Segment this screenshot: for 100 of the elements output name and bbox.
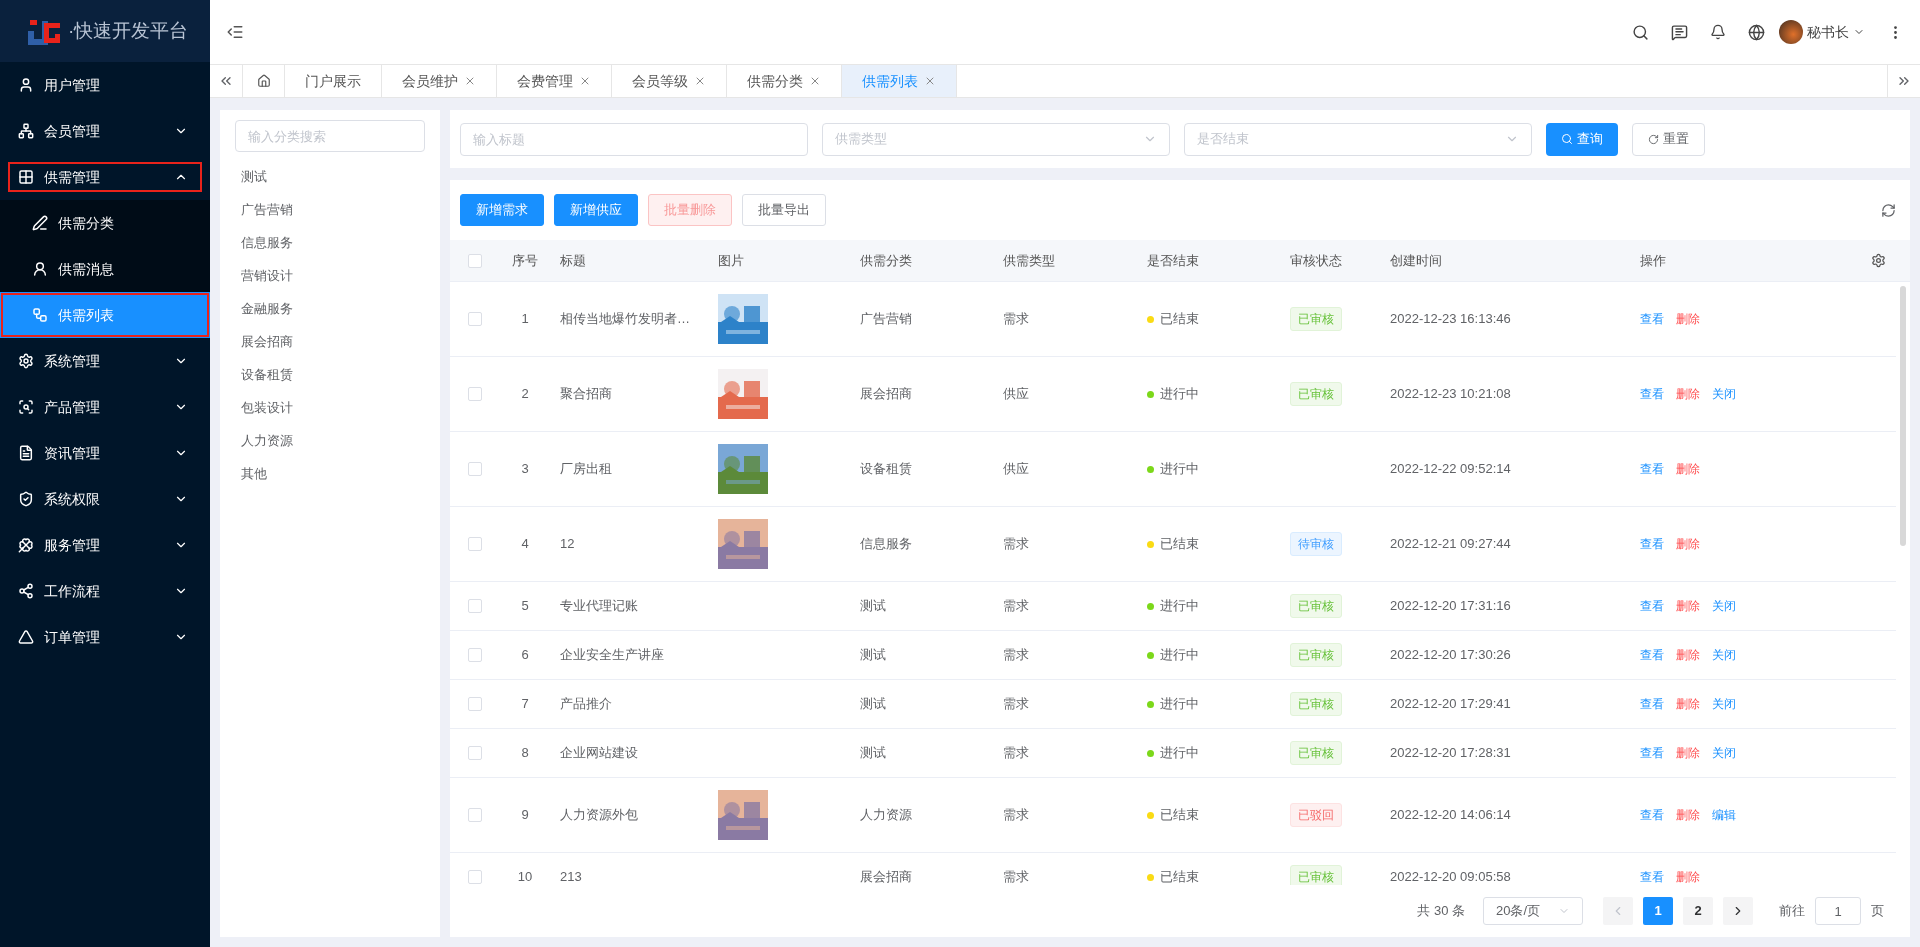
table-cell-text: 5 — [520, 597, 530, 616]
action-link[interactable]: 查看 — [1640, 597, 1664, 615]
user-menu[interactable]: 秘书长 — [1779, 20, 1865, 44]
action-link[interactable]: 删除 — [1676, 597, 1700, 615]
table-cell-text: 人力资源外包 — [559, 806, 639, 825]
menu-item[interactable]: 产品管理 — [0, 384, 210, 430]
toolbar-button[interactable]: 批量导出 — [742, 194, 826, 226]
settings-icon[interactable] — [1871, 253, 1886, 268]
refresh-icon[interactable] — [1881, 202, 1896, 218]
menu-item[interactable]: 资讯管理 — [0, 430, 210, 476]
checkbox[interactable] — [468, 870, 482, 884]
ended-select[interactable]: 是否结束 — [1184, 122, 1532, 156]
checkbox[interactable] — [468, 648, 482, 662]
toolbar-button[interactable]: 新增供应 — [554, 194, 638, 226]
reset-button[interactable]: 重置 — [1632, 122, 1705, 156]
category-item[interactable]: 人力资源 — [235, 424, 425, 457]
action-link[interactable]: 删除 — [1676, 744, 1700, 762]
category-item[interactable]: 信息服务 — [235, 226, 425, 259]
next-page-button[interactable] — [1723, 897, 1753, 925]
action-link[interactable]: 删除 — [1676, 646, 1700, 664]
menu-item[interactable]: 供需消息 — [0, 246, 210, 292]
table-cell-text: 2022-12-21 09:27:44 — [1389, 535, 1512, 554]
menu-item[interactable]: 供需列表 — [0, 292, 210, 338]
action-link[interactable]: 查看 — [1640, 535, 1664, 553]
menu-item[interactable]: 用户管理 — [0, 62, 210, 108]
category-search-field[interactable]: 输入分类搜索 — [235, 120, 425, 152]
goto-page-field[interactable]: 1 — [1815, 897, 1861, 925]
action-link[interactable]: 删除 — [1676, 806, 1700, 824]
toolbar-button[interactable]: 批量删除 — [648, 194, 732, 226]
tab[interactable]: 供需列表 — [842, 65, 957, 97]
action-link[interactable]: 查看 — [1640, 744, 1664, 762]
menu-item[interactable]: 系统管理 — [0, 338, 210, 384]
table-cell-text: 2022-12-23 10:21:08 — [1389, 385, 1512, 404]
page-size-select[interactable]: 20条/页 — [1483, 897, 1583, 925]
action-link[interactable]: 关闭 — [1712, 646, 1736, 664]
checkbox[interactable] — [468, 387, 482, 401]
action-link[interactable]: 关闭 — [1712, 744, 1736, 762]
menu-item[interactable]: 会员管理 — [0, 108, 210, 154]
menu-item[interactable]: 服务管理 — [0, 522, 210, 568]
menu-item[interactable]: 订单管理 — [0, 614, 210, 660]
menu-icon — [18, 169, 34, 185]
menu-fold-icon[interactable] — [226, 23, 244, 41]
category-item[interactable]: 展会招商 — [235, 325, 425, 358]
scrollbar-thumb[interactable] — [1900, 286, 1906, 546]
action-link[interactable]: 查看 — [1640, 868, 1664, 885]
tab[interactable]: 会员维护 — [382, 65, 497, 97]
search-button[interactable]: 查询 — [1546, 122, 1618, 156]
action-link[interactable]: 编辑 — [1712, 806, 1736, 824]
bell-icon[interactable] — [1710, 24, 1726, 40]
tab[interactable]: 会员等级 — [612, 65, 727, 97]
category-item[interactable]: 广告营销 — [235, 193, 425, 226]
action-link[interactable]: 查看 — [1640, 695, 1664, 713]
menu-item[interactable]: 供需管理 — [0, 154, 210, 200]
action-link[interactable]: 删除 — [1676, 385, 1700, 403]
page-button[interactable]: 2 — [1683, 897, 1713, 925]
close-icon[interactable] — [464, 75, 476, 87]
close-icon[interactable] — [924, 75, 936, 87]
action-link[interactable]: 关闭 — [1712, 385, 1736, 403]
action-link[interactable]: 查看 — [1640, 646, 1664, 664]
table-cell-text: 需求 — [1002, 806, 1030, 825]
category-item[interactable]: 金融服务 — [235, 292, 425, 325]
page-button[interactable]: 1 — [1643, 897, 1673, 925]
action-link[interactable]: 删除 — [1676, 868, 1700, 885]
category-item[interactable]: 其他 — [235, 457, 425, 490]
checkbox[interactable] — [468, 253, 482, 268]
action-link[interactable]: 删除 — [1676, 535, 1700, 553]
menu-item[interactable]: 供需分类 — [0, 200, 210, 246]
checkbox[interactable] — [468, 537, 482, 551]
action-link[interactable]: 查看 — [1640, 385, 1664, 403]
close-icon[interactable] — [694, 75, 706, 87]
checkbox[interactable] — [468, 599, 482, 613]
category-item[interactable]: 营销设计 — [235, 259, 425, 292]
message-icon[interactable] — [1671, 23, 1688, 41]
toolbar-button[interactable]: 新增需求 — [460, 194, 544, 226]
menu-item[interactable]: 工作流程 — [0, 568, 210, 614]
category-item[interactable]: 测试 — [235, 160, 425, 193]
close-icon[interactable] — [809, 75, 821, 87]
action-link[interactable]: 关闭 — [1712, 695, 1736, 713]
globe-icon[interactable] — [1748, 23, 1765, 41]
checkbox[interactable] — [468, 462, 482, 476]
title-field[interactable]: 输入标题 — [460, 122, 808, 156]
checkbox[interactable] — [468, 746, 482, 760]
action-link[interactable]: 查看 — [1640, 310, 1664, 328]
close-icon[interactable] — [579, 75, 591, 87]
tab[interactable]: 会费管理 — [497, 65, 612, 97]
checkbox[interactable] — [468, 808, 482, 822]
search-icon[interactable] — [1632, 23, 1649, 41]
status-text: 进行中 — [1160, 646, 1199, 665]
category-item[interactable]: 包装设计 — [235, 391, 425, 424]
checkbox[interactable] — [468, 312, 482, 326]
category-item[interactable]: 设备租赁 — [235, 358, 425, 391]
action-link[interactable]: 查看 — [1640, 806, 1664, 824]
action-link[interactable]: 删除 — [1676, 695, 1700, 713]
menu-item[interactable]: 系统权限 — [0, 476, 210, 522]
checkbox[interactable] — [468, 697, 482, 711]
action-link[interactable]: 关闭 — [1712, 597, 1736, 615]
action-link[interactable]: 查看 — [1640, 460, 1664, 478]
action-link[interactable]: 删除 — [1676, 460, 1700, 478]
action-link[interactable]: 删除 — [1676, 310, 1700, 328]
tab[interactable]: 门户展示 — [285, 65, 382, 97]
